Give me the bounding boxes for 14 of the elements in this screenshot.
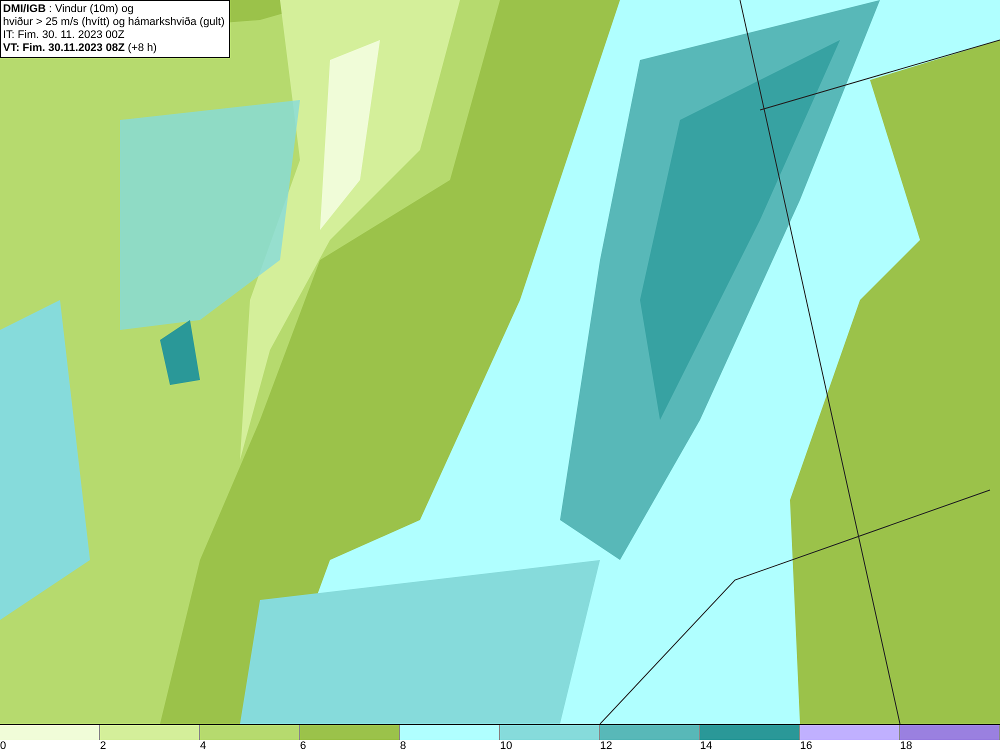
scale-label: 16 <box>800 740 812 752</box>
scale-label: 18 <box>900 740 912 752</box>
scale-label: 10 <box>500 740 512 752</box>
scale-label: 12 <box>600 740 612 752</box>
scale-label: 0 <box>0 740 6 752</box>
caption-line: VT: Fim. 30.11.2023 08Z (+8 h) <box>3 42 158 55</box>
scale-label: 6 <box>300 740 306 752</box>
caption-line: DMI/IGB : Vindur (10m) og <box>3 3 135 16</box>
caption-line: IT: Fim. 30. 11. 2023 00Z <box>3 29 126 42</box>
caption-line: hviður > 25 m/s (hvítt) og hámarkshviða (gult) <box>3 16 225 29</box>
scale-label: 2 <box>100 740 106 752</box>
scale-label: 4 <box>200 740 206 752</box>
scale-label: 8 <box>400 740 406 752</box>
scale-label: 14 <box>700 740 712 752</box>
